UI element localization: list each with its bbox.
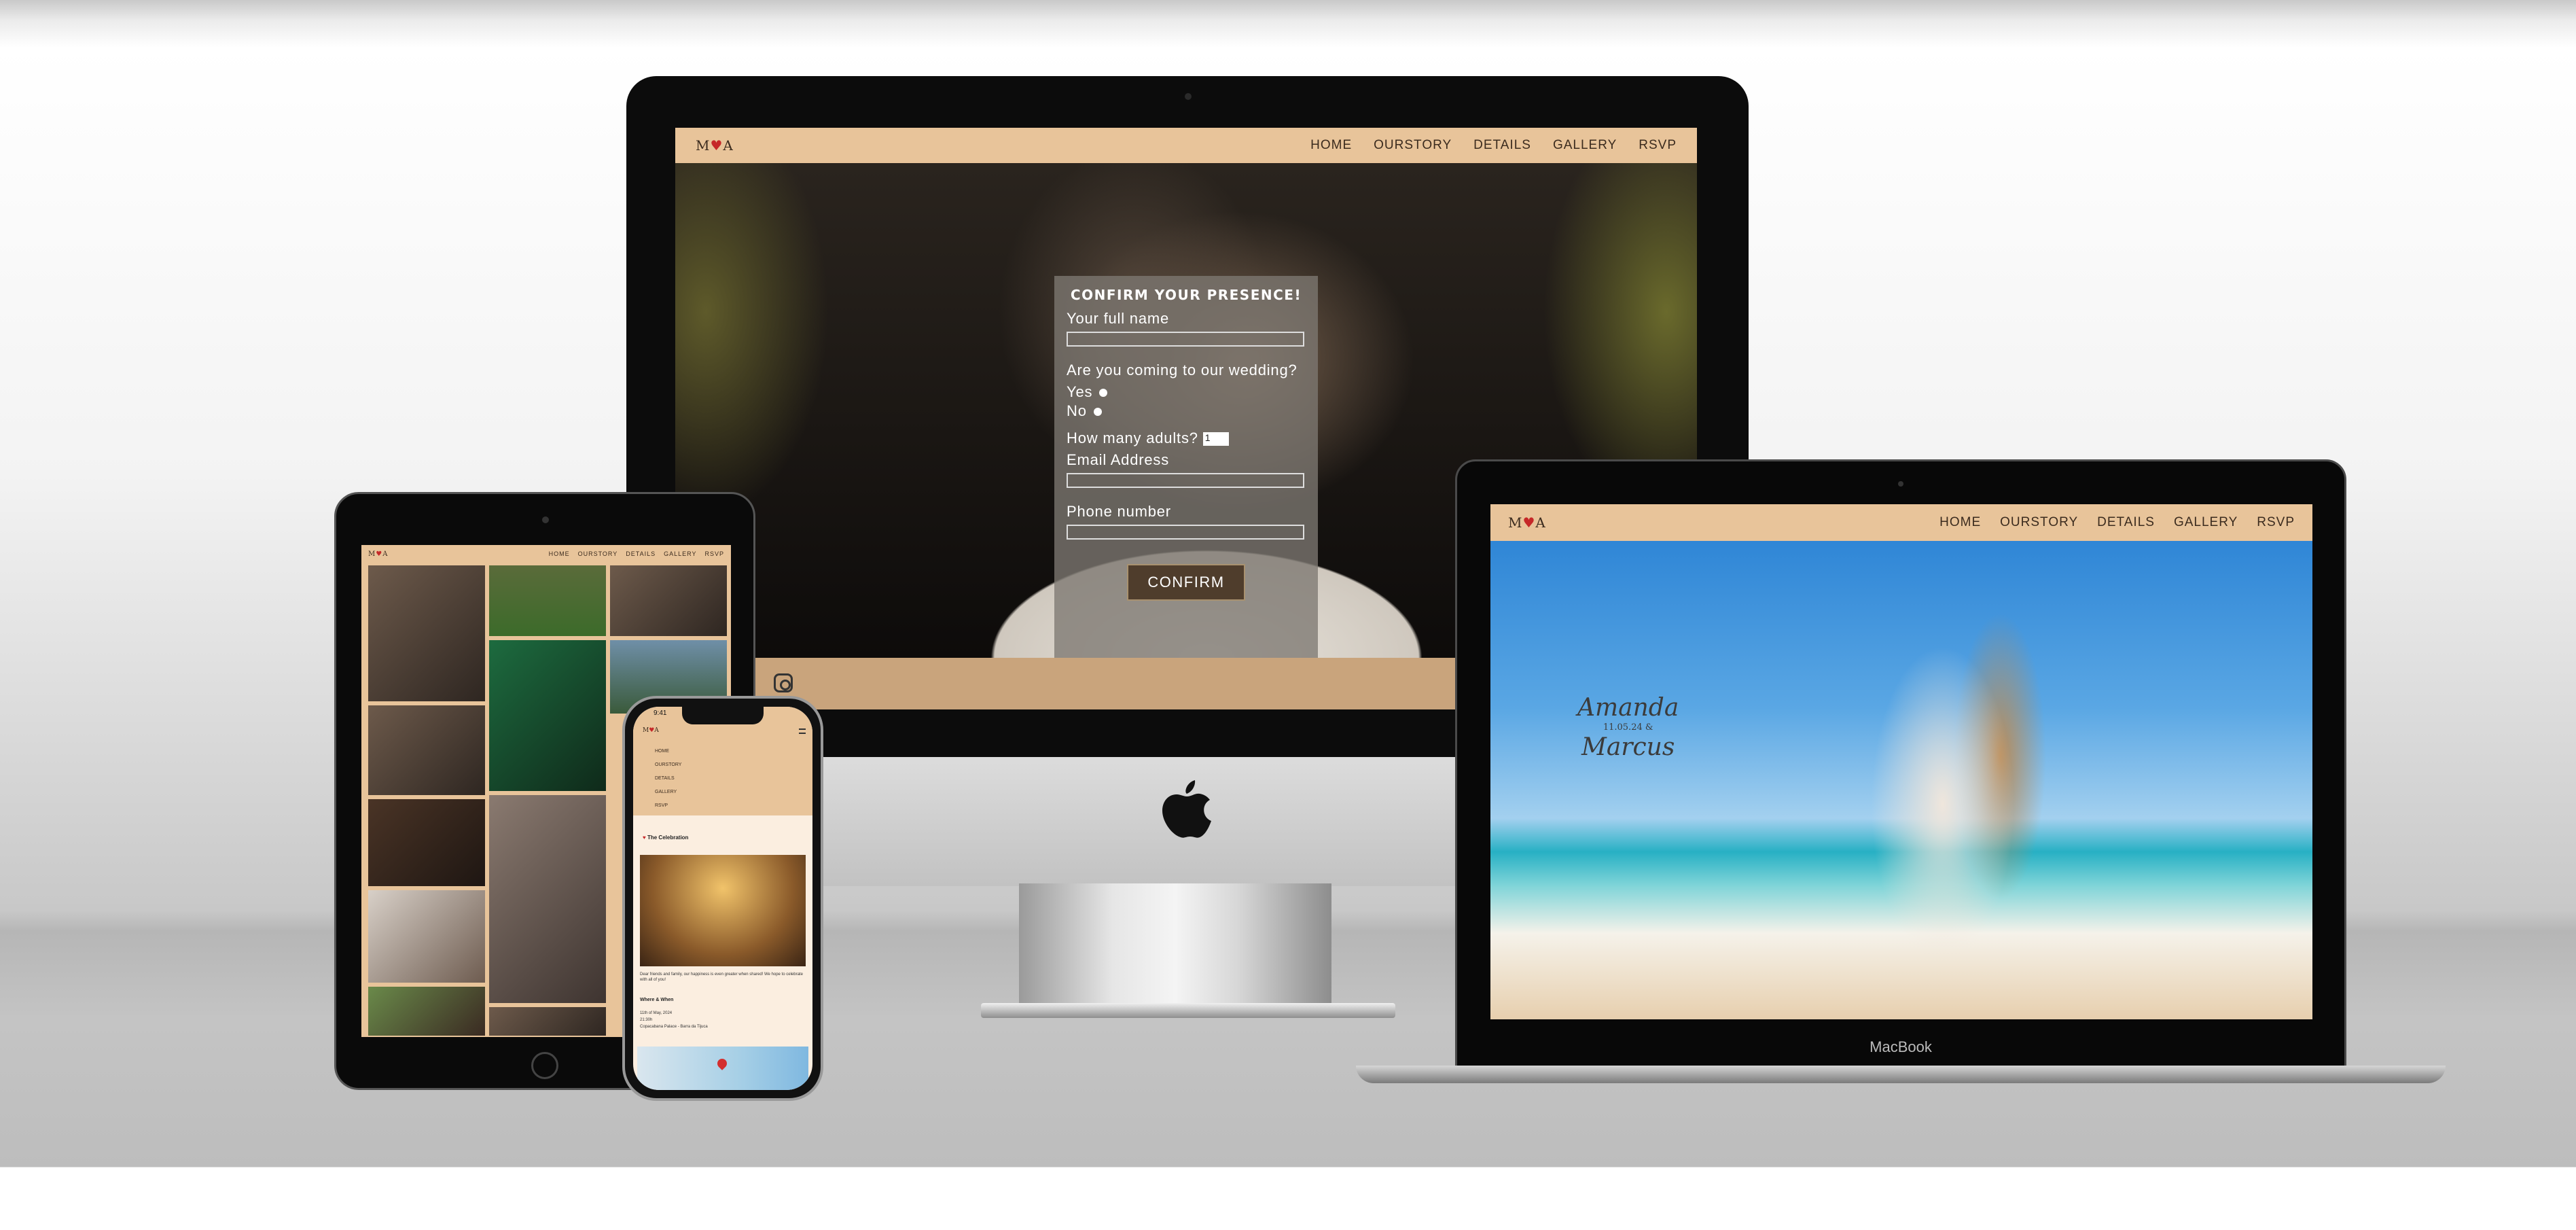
nav-home[interactable]: HOME [1310, 138, 1352, 153]
logo-letter: A [1535, 514, 1546, 531]
imac-stand-foot [981, 1003, 1395, 1018]
event-venue: Copacabana Palace - Barra da Tijuca [640, 1025, 708, 1029]
nav-details[interactable]: DETAILS [1473, 138, 1531, 153]
site-logo[interactable]: M♥A [1508, 514, 1546, 531]
yes-label: Yes [1067, 383, 1093, 400]
logo-letter: M [1508, 514, 1523, 531]
coming-label: Are you coming to our wedding? [1067, 362, 1298, 379]
adults-label: How many adults? [1067, 429, 1198, 446]
mobile-nav-rsvp[interactable]: RSVP [655, 799, 681, 813]
heart-icon: ♥ [710, 137, 723, 154]
adults-select[interactable]: 1 [1202, 432, 1229, 446]
logo-letter: M [696, 137, 711, 154]
hero-date: 11.05.24 [1603, 722, 1643, 733]
logo-letter: A [382, 550, 389, 558]
gallery-photo[interactable] [488, 794, 607, 1004]
event-details: 11th of May, 2024 21:30h Copacabana Pala… [640, 1010, 708, 1030]
gallery-photo[interactable] [488, 639, 607, 792]
iphone-screen: 9:41 M♥A HOME OURSTORY DETAILS GALLERY R… [633, 707, 812, 1090]
apple-logo-icon [1162, 780, 1211, 838]
mobile-nav-ourstory[interactable]: OURSTORY [655, 758, 681, 772]
imac-navbar: M♥A HOME OURSTORY DETAILS GALLERY RSVP [675, 128, 1697, 163]
venue-map[interactable] [637, 1047, 808, 1090]
macbook-base [1356, 1066, 2446, 1083]
status-time: 9:41 [654, 709, 667, 717]
couple-beach-photo [1490, 541, 2312, 1019]
celebration-text: Dear friends and family, our happiness i… [640, 972, 803, 982]
nav-rsvp[interactable]: RSVP [1639, 138, 1677, 153]
phone-label: Phone number [1067, 503, 1171, 520]
logo-letter: A [723, 137, 734, 154]
hero-name-1: Amanda [1577, 694, 1679, 722]
map-pin-icon [715, 1057, 729, 1070]
email-label: Email Address [1067, 451, 1170, 468]
phone-field[interactable] [1067, 525, 1304, 540]
mobile-nav-home[interactable]: HOME [655, 745, 681, 758]
event-time: 21:30h [640, 1018, 653, 1022]
gallery-photo[interactable] [367, 564, 486, 703]
site-logo[interactable]: M♥A [368, 550, 388, 558]
mobile-nav-gallery[interactable]: GALLERY [655, 786, 681, 799]
site-logo[interactable]: M♥A [643, 727, 659, 734]
iphone-notch [682, 707, 764, 724]
nav-ourstory[interactable]: OURSTORY [578, 550, 618, 557]
nav-ourstory[interactable]: OURSTORY [1374, 138, 1452, 153]
nav-home[interactable]: HOME [549, 550, 570, 557]
nav-gallery[interactable]: GALLERY [664, 550, 696, 557]
nav-gallery[interactable]: GALLERY [1553, 138, 1617, 153]
instagram-icon[interactable] [774, 673, 793, 692]
hero-ampersand: & [1645, 722, 1653, 733]
email-field[interactable] [1067, 473, 1304, 488]
name-label: Your full name [1067, 310, 1170, 327]
macbook-label: MacBook [1870, 1038, 1932, 1055]
mobile-nav-details[interactable]: DETAILS [655, 772, 681, 786]
hero-name-2: Marcus [1581, 733, 1675, 761]
macbook-camera [1898, 481, 1903, 487]
confirm-button[interactable]: CONFIRM [1127, 564, 1245, 601]
logo-letter: M [368, 550, 376, 558]
rsvp-form: CONFIRM YOUR PRESENCE! Your full name Ar… [1054, 276, 1318, 658]
section-title: ♥ The Celebration [643, 834, 688, 841]
hero-names: Amanda 11.05.24 & Marcus [1577, 693, 1679, 762]
full-name-field[interactable] [1067, 332, 1304, 347]
ipad-camera [542, 516, 549, 523]
ipad-home-button[interactable] [531, 1052, 558, 1079]
yes-radio[interactable] [1099, 389, 1108, 398]
nav-rsvp[interactable]: RSVP [2257, 515, 2295, 530]
macbook-navbar: M♥A HOME OURSTORY DETAILS GALLERY RSVP [1490, 504, 2312, 541]
nav-details[interactable]: DETAILS [626, 550, 656, 557]
gallery-photo[interactable] [367, 889, 486, 984]
imac-stand [1019, 883, 1331, 1013]
celebration-icon: ♥ [643, 834, 646, 841]
gallery-photo[interactable] [367, 704, 486, 796]
nav-home[interactable]: HOME [1939, 515, 1981, 530]
rsvp-title: CONFIRM YOUR PRESENCE! [1070, 287, 1302, 303]
macbook-screen: M♥A HOME OURSTORY DETAILS GALLERY RSVP A… [1490, 504, 2312, 1019]
hamburger-icon[interactable] [799, 728, 806, 734]
ipad-navbar: M♥A HOME OURSTORY DETAILS GALLERY RSVP [361, 545, 731, 563]
logo-letter: A [654, 727, 659, 734]
mobile-nav-list: HOME OURSTORY DETAILS GALLERY RSVP [655, 745, 681, 813]
no-label: No [1067, 402, 1087, 419]
venue-photo [640, 855, 806, 966]
nav-rsvp[interactable]: RSVP [704, 550, 724, 557]
gallery-photo[interactable] [609, 564, 728, 637]
nav-gallery[interactable]: GALLERY [2174, 515, 2238, 530]
device-mockup-stage: M♥A HOME OURSTORY DETAILS GALLERY RSVP C… [0, 0, 2576, 1230]
where-when-title: Where & When [640, 998, 674, 1002]
logo-letter: M [643, 727, 649, 734]
site-logo[interactable]: M♥A [696, 137, 734, 154]
no-radio[interactable] [1093, 408, 1102, 417]
heart-icon: ♥ [376, 550, 383, 558]
gallery-photo[interactable] [488, 1006, 607, 1037]
event-date: 11th of May, 2024 [640, 1011, 673, 1015]
imac-camera [1185, 93, 1192, 100]
gallery-photo[interactable] [367, 985, 486, 1037]
heart-icon: ♥ [1522, 514, 1536, 531]
gallery-photo[interactable] [488, 564, 607, 637]
section-title-text: The Celebration [647, 834, 689, 841]
nav-ourstory[interactable]: OURSTORY [2000, 515, 2078, 530]
gallery-photo[interactable] [367, 798, 486, 888]
nav-details[interactable]: DETAILS [2097, 515, 2155, 530]
